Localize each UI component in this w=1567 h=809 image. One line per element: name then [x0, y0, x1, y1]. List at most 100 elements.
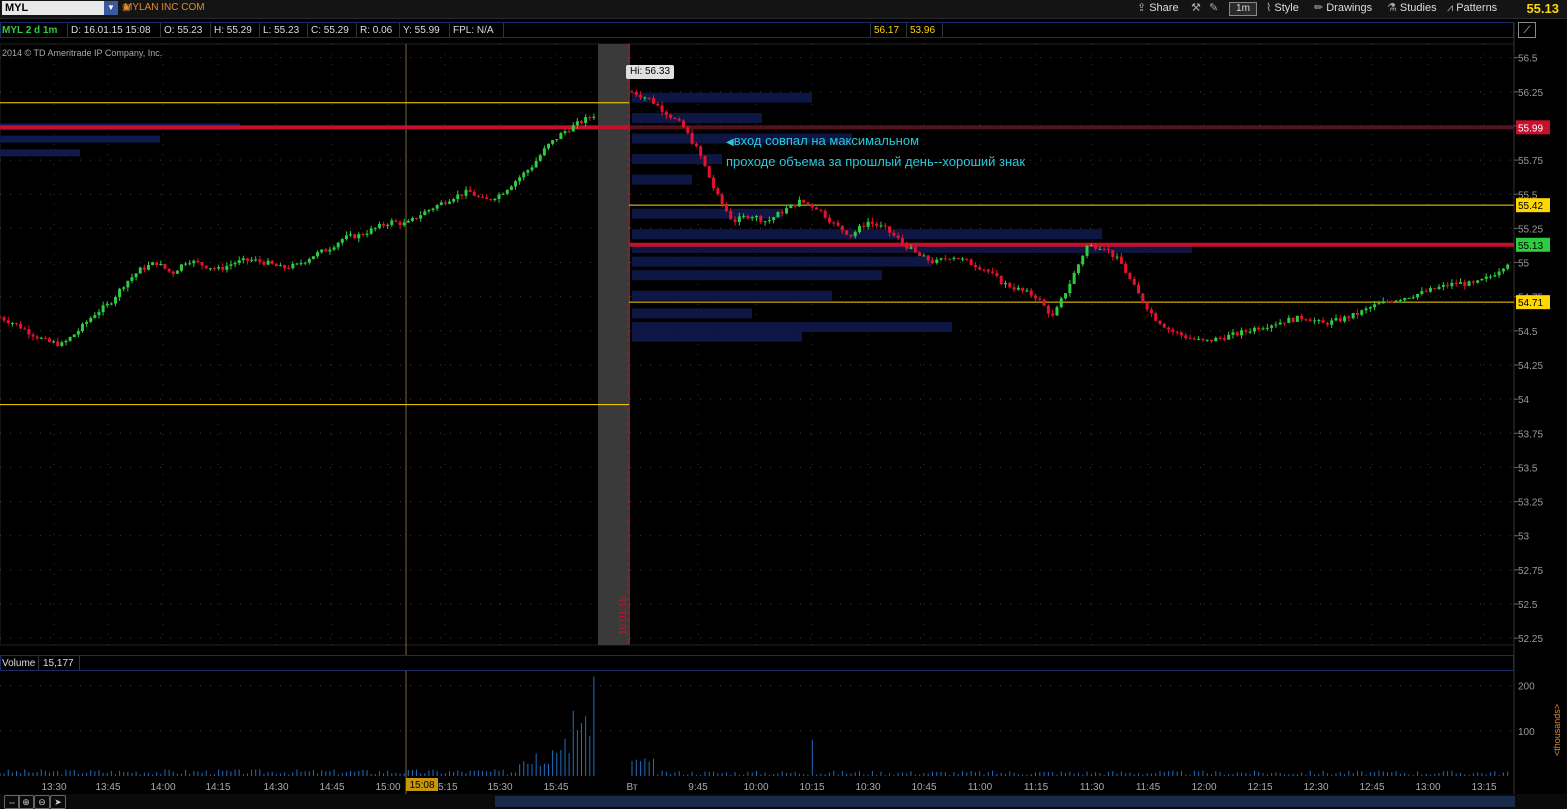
- volume-unit-label: <thousands>: [1552, 703, 1562, 756]
- annotation-line-1: ◀вход совпал на максимальном: [726, 131, 1025, 152]
- volume-bars: 200 100: [0, 676, 1535, 776]
- candle-body: [1222, 338, 1226, 340]
- candle-body: [772, 217, 776, 221]
- time-label: 14:30: [263, 782, 288, 793]
- candle-body: [245, 258, 249, 261]
- candle-body: [1437, 286, 1441, 290]
- candle-body: [146, 265, 150, 270]
- candle-body: [630, 91, 634, 93]
- candle-body: [823, 210, 827, 218]
- time-label: 14:45: [319, 782, 344, 793]
- candle-body: [1012, 287, 1016, 290]
- zoom-in-icon[interactable]: ⊕: [18, 795, 34, 809]
- candle-body: [1463, 282, 1467, 286]
- candle-body: [324, 249, 328, 252]
- candle-body: [299, 263, 303, 265]
- candle-body: [1338, 318, 1342, 322]
- candle-body: [849, 234, 853, 237]
- candle-body: [307, 259, 311, 263]
- candle-body: [336, 242, 340, 248]
- candle-body: [200, 262, 204, 266]
- candle-body: [1377, 303, 1381, 305]
- candle-body: [1330, 320, 1334, 325]
- candle-body: [943, 258, 947, 260]
- candle-body: [435, 205, 439, 209]
- candle-body: [1214, 337, 1218, 342]
- candle-body: [258, 259, 262, 262]
- candle-body: [60, 342, 64, 346]
- y-tick-label: 56.25: [1518, 88, 1543, 99]
- time-label: 12:00: [1191, 782, 1216, 793]
- candle-body: [526, 170, 530, 173]
- annotation-note: ◀вход совпал на максимальном проходе объ…: [726, 131, 1025, 171]
- time-label: 9:45: [688, 782, 708, 793]
- candle-body: [785, 208, 789, 214]
- candle-body: [673, 118, 677, 120]
- candle-body: [266, 260, 270, 265]
- candle-body: [690, 133, 694, 144]
- candle-body: [518, 177, 522, 182]
- candle-body: [862, 226, 866, 228]
- time-label: 12:30: [1303, 782, 1328, 793]
- candle-body: [481, 196, 485, 198]
- candle-body: [1158, 320, 1162, 324]
- candle-body: [1197, 338, 1201, 340]
- candle-body: [660, 105, 664, 112]
- candle-body: [2, 317, 6, 321]
- candle-body: [1201, 338, 1205, 341]
- candle-body: [1420, 291, 1424, 294]
- cursor-icon[interactable]: ➤: [50, 795, 66, 809]
- candle-body: [406, 220, 410, 223]
- session-marker-label: Вт: [627, 782, 638, 793]
- candle-body: [1132, 278, 1136, 285]
- y-tick-label: 53: [1518, 532, 1530, 543]
- candle-body: [179, 264, 183, 271]
- price-chart[interactable]: 16.01.15 56.556.255655.7555.555.255554.7…: [0, 0, 1567, 809]
- candle-body: [1386, 301, 1390, 303]
- candle-body: [922, 255, 926, 257]
- candle-body: [969, 259, 973, 265]
- candle-body: [1364, 308, 1368, 311]
- candle-body: [68, 337, 72, 341]
- candle-body: [493, 198, 497, 200]
- candle-body: [1051, 313, 1055, 316]
- candle-body: [1351, 312, 1355, 319]
- candle-body: [720, 194, 724, 204]
- price-tag-label: 55.13: [1518, 241, 1543, 252]
- candle-body: [278, 265, 282, 267]
- candle-body: [369, 228, 373, 234]
- candle-body: [1145, 302, 1149, 310]
- candle-body: [291, 263, 295, 269]
- candle-body: [23, 328, 27, 330]
- zoom-out-icon[interactable]: ⊖: [34, 795, 50, 809]
- candle-body: [1291, 317, 1295, 322]
- candle-body: [217, 267, 221, 269]
- candle-body: [703, 155, 707, 167]
- candle-body: [634, 91, 638, 95]
- candle-body: [1282, 322, 1286, 324]
- candle-body: [1154, 313, 1158, 321]
- candle-body: [1162, 323, 1166, 328]
- time-scrollbar[interactable]: [495, 796, 1515, 807]
- candle-body: [1137, 284, 1141, 294]
- candle-body: [866, 221, 870, 227]
- candle-body: [1102, 248, 1106, 250]
- candle-body: [72, 334, 76, 338]
- candle-body: [76, 331, 80, 335]
- candle-body: [592, 116, 596, 118]
- time-label: 10:45: [911, 782, 936, 793]
- candle-body: [1394, 300, 1398, 303]
- candle-body: [419, 215, 423, 219]
- candle-body: [225, 265, 229, 270]
- candle-body: [875, 223, 879, 226]
- candle-body: [1454, 282, 1458, 284]
- candle-body: [386, 224, 390, 226]
- candle-body: [377, 223, 381, 228]
- volume-profile-bar: [632, 290, 832, 301]
- time-label: 13:30: [41, 782, 66, 793]
- candle-body: [918, 252, 922, 257]
- candle-body: [1411, 297, 1415, 299]
- divider: [38, 656, 39, 670]
- candle-body: [1141, 293, 1145, 303]
- candle-body: [815, 207, 819, 210]
